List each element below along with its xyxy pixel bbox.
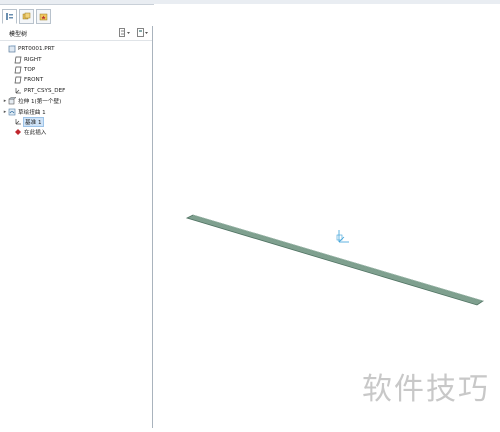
tree-settings-icon: [119, 27, 130, 37]
tree-item-label: FRONT: [24, 77, 44, 84]
tree-item-label: RIGHT: [24, 56, 42, 63]
sketch-icon: [8, 108, 16, 116]
insert-here-icon: [14, 128, 22, 136]
model-tree-icon: [6, 13, 13, 20]
tree-item-label: 基准 1: [23, 116, 44, 127]
tree-item-label: 拉伸 1(第一个壁): [18, 99, 62, 106]
model-tree-header: 模型树: [0, 26, 152, 41]
tree-item-right[interactable]: RIGHT: [0, 54, 152, 64]
model-tree-title: 模型树: [9, 30, 28, 38]
favorites-folder-icon: [39, 13, 48, 21]
model-tree-panel: 模型树 PRT0001.PRT RIGHT TOP FRONT PRT_CSYS…: [0, 26, 153, 428]
tab-model-tree[interactable]: [2, 9, 17, 24]
tab-favorites[interactable]: [36, 9, 51, 24]
tree-settings-button[interactable]: [119, 27, 131, 39]
watermark: 软件技巧: [362, 372, 490, 407]
tree-item-csys[interactable]: PRT_CSYS_DEF: [0, 86, 152, 96]
datum-plane-icon: [14, 66, 22, 74]
twisted-plate[interactable]: [185, 214, 484, 306]
extrude-icon: [8, 97, 16, 105]
show-options-icon: [137, 27, 148, 37]
tab-folder-browser[interactable]: [19, 9, 34, 24]
tree-item-top[interactable]: TOP: [0, 65, 152, 75]
plate-edge-highlight: [192, 214, 484, 302]
datum-plane-icon: [14, 56, 22, 64]
datum-plane-icon: [14, 76, 22, 84]
coordinate-system-marker[interactable]: [336, 230, 349, 243]
show-options-button[interactable]: [137, 27, 149, 39]
model-tree-tools: [119, 27, 149, 39]
csys-icon: [14, 87, 22, 95]
part-icon: [8, 45, 16, 53]
tree-item-label: PRT0001.PRT: [18, 46, 55, 53]
graphics-viewport[interactable]: 软件技巧: [154, 4, 500, 428]
tree-item-label: 在此插入: [24, 130, 47, 137]
tree-item-label: TOP: [24, 66, 36, 73]
tree-item-datum-selected[interactable]: 基准 1: [0, 116, 152, 127]
tree-item-label: PRT_CSYS_DEF: [24, 87, 66, 94]
model-tree: PRT0001.PRT RIGHT TOP FRONT PRT_CSYS_DEF…: [0, 41, 152, 138]
tree-item-part[interactable]: PRT0001.PRT: [0, 44, 152, 54]
tree-item-extrude[interactable]: ▸ 拉伸 1(第一个壁): [0, 96, 152, 106]
tree-item-label: 草绘扭曲 1: [18, 109, 46, 116]
folder-browser-icon: [22, 12, 31, 20]
csys-icon: [14, 118, 22, 126]
tree-item-sketch-twist[interactable]: ▸ 草绘扭曲 1: [0, 106, 152, 116]
navigator-tabs: [0, 9, 51, 26]
tree-item-insert-here[interactable]: 在此插入: [0, 127, 152, 137]
tree-item-front[interactable]: FRONT: [0, 75, 152, 85]
